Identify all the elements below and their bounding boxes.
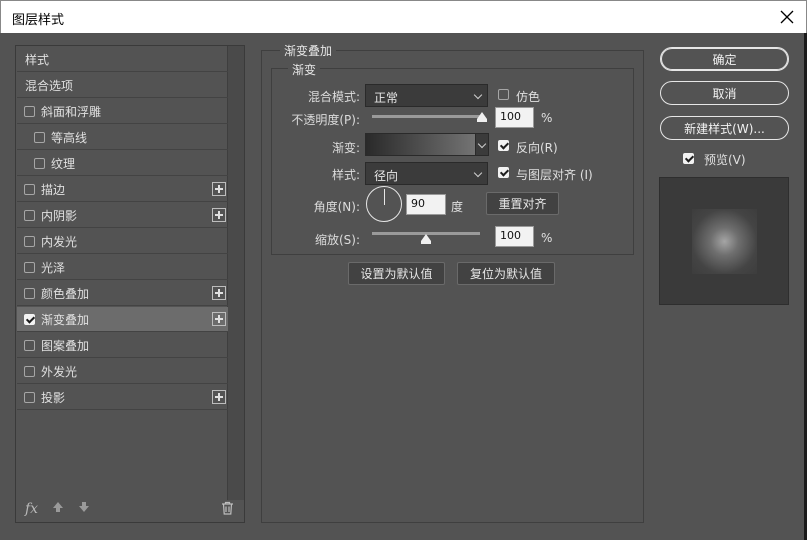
scale-slider-thumb[interactable] <box>421 234 431 244</box>
sidebar-item-checkbox[interactable] <box>24 105 35 117</box>
reset-alignment-button[interactable]: 重置对齐 <box>486 192 559 215</box>
group-title: 渐变叠加 <box>280 42 337 59</box>
sidebar-item[interactable]: 光泽 <box>17 255 228 280</box>
sidebar-item-checkbox[interactable] <box>24 183 35 195</box>
sidebar-item-label: 样式 <box>25 52 50 67</box>
dither-label: 仿色 <box>516 90 541 104</box>
arrow-down-icon[interactable] <box>78 501 90 516</box>
blend-mode-select[interactable]: 正常 <box>365 84 488 107</box>
sidebar-item-label: 等高线 <box>51 130 88 145</box>
angle-dial[interactable] <box>366 186 402 222</box>
sidebar-item-checkbox[interactable] <box>24 261 35 273</box>
sidebar-item-label: 投影 <box>41 390 66 405</box>
style-label: 样式: <box>331 168 360 182</box>
reverse-checkbox[interactable] <box>498 140 509 151</box>
opacity-unit: % <box>541 111 553 125</box>
blend-mode-value: 正常 <box>374 91 399 105</box>
sidebar-item-label: 光泽 <box>41 260 66 275</box>
cancel-button[interactable]: 取消 <box>660 81 789 105</box>
angle-unit: 度 <box>451 200 464 214</box>
sidebar-item-checkbox[interactable] <box>24 365 35 377</box>
sidebar-item-label: 内发光 <box>41 234 78 249</box>
sidebar-item-label: 描边 <box>41 182 66 197</box>
gradient-dropdown-icon[interactable] <box>476 133 489 156</box>
sidebar-item[interactable]: 投影 <box>17 385 228 410</box>
gradient-group-title: 渐变 <box>288 61 321 78</box>
sidebar-item-checkbox[interactable] <box>24 313 35 325</box>
sidebar-item-label: 混合选项 <box>25 78 74 93</box>
sidebar-item[interactable]: 等高线 <box>17 125 228 150</box>
add-effect-icon[interactable] <box>212 312 226 326</box>
preview-swatch <box>692 209 757 274</box>
sidebar-item[interactable]: 描边 <box>17 177 228 202</box>
gradient-swatch[interactable] <box>365 133 476 156</box>
sidebar-item-checkbox[interactable] <box>24 209 35 221</box>
reset-to-default-button[interactable]: 复位为默认值 <box>457 262 555 285</box>
ok-button[interactable]: 确定 <box>660 47 789 71</box>
chevron-down-icon <box>473 168 483 178</box>
preview-label: 预览(V) <box>704 153 746 167</box>
arrow-up-icon[interactable] <box>52 501 64 516</box>
style-list-scrollbar[interactable] <box>227 46 244 500</box>
sidebar-item-label: 斜面和浮雕 <box>41 104 102 119</box>
sidebar-item[interactable]: 图案叠加 <box>17 333 228 358</box>
opacity-label: 不透明度(P): <box>291 113 360 127</box>
scale-input[interactable]: 100 <box>495 226 534 247</box>
style-select[interactable]: 径向 <box>365 162 488 185</box>
sidebar-item[interactable]: 渐变叠加 <box>17 307 228 332</box>
reverse-label: 反向(R) <box>516 141 558 155</box>
chevron-down-icon <box>473 90 483 100</box>
opacity-input[interactable]: 100 <box>495 107 534 128</box>
opacity-slider[interactable] <box>372 115 482 118</box>
sidebar-item[interactable]: 混合选项 <box>17 73 228 98</box>
preview-checkbox[interactable] <box>683 153 694 164</box>
align-with-layer-label: 与图层对齐 (I) <box>516 168 593 182</box>
sidebar-item-label: 颜色叠加 <box>41 286 90 301</box>
dither-checkbox[interactable] <box>498 89 509 100</box>
new-style-button[interactable]: 新建样式(W)... <box>660 116 789 140</box>
sidebar-item-label: 纹理 <box>51 156 76 171</box>
sidebar-item[interactable]: 内阴影 <box>17 203 228 228</box>
style-list-toolbar: fx <box>16 498 244 522</box>
set-as-default-button[interactable]: 设置为默认值 <box>348 262 445 285</box>
close-icon[interactable] <box>772 3 802 31</box>
sidebar-item[interactable]: 颜色叠加 <box>17 281 228 306</box>
sidebar-item[interactable]: 纹理 <box>17 151 228 176</box>
angle-label: 角度(N): <box>313 200 360 214</box>
style-list: 样式混合选项斜面和浮雕等高线纹理描边内阴影内发光光泽颜色叠加渐变叠加图案叠加外发… <box>15 45 245 523</box>
scale-label: 缩放(S): <box>314 233 360 247</box>
window-title: 图层样式 <box>12 13 65 28</box>
blend-mode-label: 混合模式: <box>307 90 360 104</box>
sidebar-item-label: 图案叠加 <box>41 338 90 353</box>
title-bar: 图层样式 <box>0 0 807 33</box>
trash-icon[interactable] <box>221 501 234 518</box>
add-effect-icon[interactable] <box>212 390 226 404</box>
style-preview <box>659 177 789 305</box>
sidebar-item-checkbox[interactable] <box>34 131 45 143</box>
sidebar-item-label: 内阴影 <box>41 208 78 223</box>
sidebar-item-checkbox[interactable] <box>24 391 35 403</box>
sidebar-item-label: 渐变叠加 <box>41 312 90 327</box>
sidebar-item[interactable]: 样式 <box>17 47 228 72</box>
gradient-label: 渐变: <box>331 141 360 155</box>
sidebar-item[interactable]: 内发光 <box>17 229 228 254</box>
sidebar-item[interactable]: 外发光 <box>17 359 228 384</box>
angle-input[interactable]: 90 <box>406 194 446 215</box>
sidebar-item-label: 外发光 <box>41 364 78 379</box>
add-effect-icon[interactable] <box>212 286 226 300</box>
scale-unit: % <box>541 231 553 245</box>
add-effect-icon[interactable] <box>212 182 226 196</box>
sidebar-item-checkbox[interactable] <box>24 339 35 351</box>
fx-icon[interactable]: fx <box>25 501 38 517</box>
opacity-slider-thumb[interactable] <box>477 112 487 122</box>
sidebar-item-checkbox[interactable] <box>24 235 35 247</box>
align-with-layer-checkbox[interactable] <box>498 167 509 178</box>
add-effect-icon[interactable] <box>212 208 226 222</box>
style-value: 径向 <box>374 169 399 183</box>
sidebar-item[interactable]: 斜面和浮雕 <box>17 99 228 124</box>
sidebar-item-checkbox[interactable] <box>34 157 45 169</box>
sidebar-item-checkbox[interactable] <box>24 287 35 299</box>
